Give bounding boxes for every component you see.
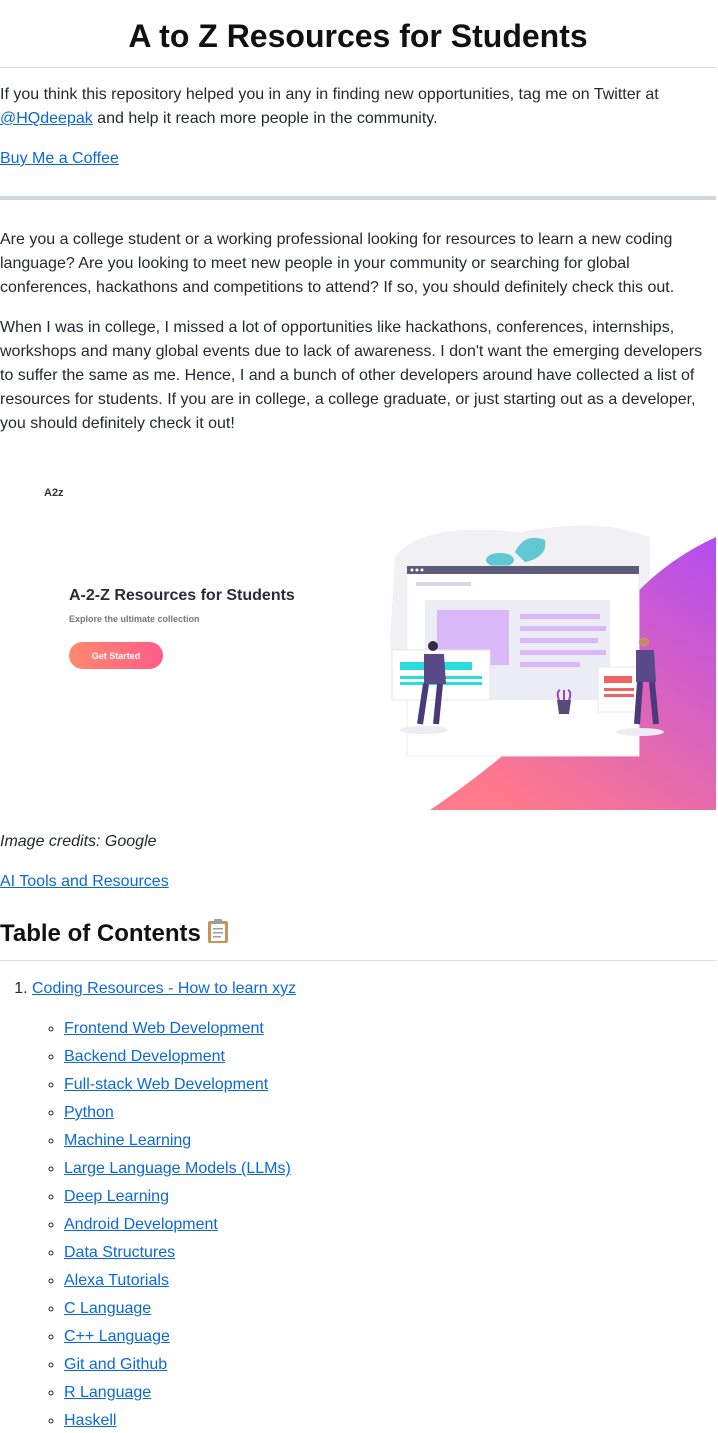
toc-link-llms[interactable]: Large Language Models (LLMs) bbox=[64, 1160, 291, 1177]
toc-subitem: C Language bbox=[64, 1297, 716, 1321]
toc-subitem: C++ Language bbox=[64, 1325, 716, 1349]
toc-subitem: Frontend Web Development bbox=[64, 1017, 716, 1041]
banner-image: A2z A-2-Z Resources for Students Explore… bbox=[0, 462, 716, 810]
image-credits: Image credits: Google bbox=[0, 833, 157, 850]
toc-subitem: Large Language Models (LLMs) bbox=[64, 1157, 716, 1181]
toc-link-c-language[interactable]: C Language bbox=[64, 1300, 151, 1317]
toc-subitem: Git and Github bbox=[64, 1353, 716, 1377]
toc-subitem: Backend Development bbox=[64, 1045, 716, 1069]
toc-subitem: Python bbox=[64, 1101, 716, 1125]
toc-link-haskell[interactable]: Haskell bbox=[64, 1412, 116, 1429]
toc-subitem: Android Development bbox=[64, 1213, 716, 1237]
description-paragraph-1: Are you a college student or a working p… bbox=[0, 231, 675, 296]
description-paragraph-2: When I was in college, I missed a lot of… bbox=[0, 319, 703, 432]
toc-link-machine-learning[interactable]: Machine Learning bbox=[64, 1132, 191, 1149]
toc-heading: Table of Contents bbox=[0, 918, 716, 961]
browser-titlebar bbox=[407, 566, 639, 574]
ai-tools-paragraph: AI Tools and Resources bbox=[0, 870, 716, 894]
banner-headline: A-2-Z Resources for Students bbox=[69, 587, 295, 604]
section-divider bbox=[0, 196, 716, 200]
plant-leaf bbox=[486, 553, 514, 567]
toc-link-backend[interactable]: Backend Development bbox=[64, 1048, 225, 1065]
toc-link-fullstack[interactable]: Full-stack Web Development bbox=[64, 1076, 268, 1093]
toc-link-git-github[interactable]: Git and Github bbox=[64, 1356, 167, 1373]
toc-link-frontend[interactable]: Frontend Web Development bbox=[64, 1020, 264, 1037]
toc-link-r-language[interactable]: R Language bbox=[64, 1384, 151, 1401]
buy-me-a-coffee-link[interactable]: Buy Me a Coffee bbox=[0, 150, 119, 167]
toc-link-data-structures[interactable]: Data Structures bbox=[64, 1244, 175, 1261]
get-started-label: Get Started bbox=[92, 651, 141, 661]
intro-text-before: If you think this repository helped you … bbox=[0, 86, 659, 103]
toc-link-cpp-language[interactable]: C++ Language bbox=[64, 1328, 170, 1345]
toc-heading-text: Table of Contents bbox=[0, 920, 201, 947]
toc-link-python[interactable]: Python bbox=[64, 1104, 114, 1121]
ai-tools-link[interactable]: AI Tools and Resources bbox=[0, 873, 169, 890]
toc-link-coding-resources[interactable]: Coding Resources - How to learn xyz bbox=[32, 980, 296, 997]
toc-item: Coding Resources - How to learn xyz Fron… bbox=[32, 977, 716, 1433]
toc-sublist: Frontend Web Development Backend Develop… bbox=[32, 1017, 716, 1433]
toc-subitem: Machine Learning bbox=[64, 1129, 716, 1153]
toc-subitem: Haskell bbox=[64, 1409, 716, 1433]
intro-text-after: and help it reach more people in the com… bbox=[92, 110, 438, 127]
banner-logo: A2z bbox=[44, 487, 64, 499]
toc-link-deep-learning[interactable]: Deep Learning bbox=[64, 1188, 169, 1205]
toc-link-android[interactable]: Android Development bbox=[64, 1216, 218, 1233]
plant-pot bbox=[557, 700, 571, 714]
banner-subheadline: Explore the ultimate collection bbox=[69, 614, 200, 624]
toc-list: Coding Resources - How to learn xyz Fron… bbox=[0, 977, 716, 1433]
page-title: A to Z Resources for Students bbox=[0, 0, 716, 68]
toc-subitem: Deep Learning bbox=[64, 1185, 716, 1209]
intro-paragraph: If you think this repository helped you … bbox=[0, 68, 716, 131]
toc-subitem: R Language bbox=[64, 1381, 716, 1405]
coffee-paragraph: Buy Me a Coffee bbox=[0, 147, 716, 171]
toc-subitem: Data Structures bbox=[64, 1241, 716, 1265]
toc-subitem: Full-stack Web Development bbox=[64, 1073, 716, 1097]
toc-link-alexa[interactable]: Alexa Tutorials bbox=[64, 1272, 169, 1289]
readme-page: A to Z Resources for Students If you thi… bbox=[0, 0, 716, 1433]
clipboard-icon bbox=[207, 918, 229, 952]
toc-subitem: Alexa Tutorials bbox=[64, 1269, 716, 1293]
twitter-handle-link[interactable]: @HQdeepak bbox=[0, 110, 93, 127]
banner-illustration: A2z A-2-Z Resources for Students Explore… bbox=[44, 487, 716, 810]
